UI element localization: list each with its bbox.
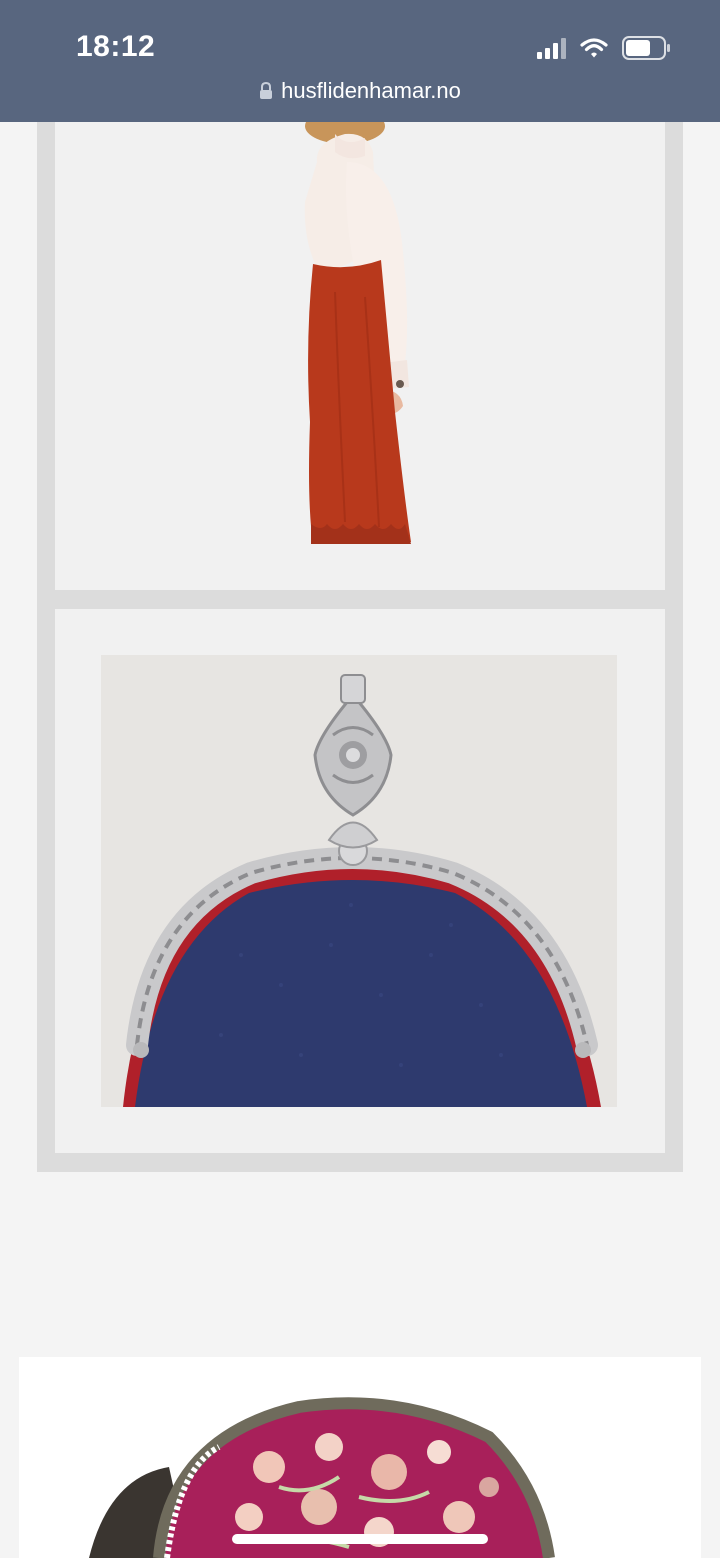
status-time: 18:12 <box>76 30 156 63</box>
product-card[interactable] <box>19 1357 701 1558</box>
woman-in-costume-photo <box>304 122 411 544</box>
browser-top-bar: 18:12 husflidenhamar.no <box>0 0 720 122</box>
cellular-signal-icon <box>537 37 566 59</box>
address-bar[interactable]: husflidenhamar.no <box>0 78 720 106</box>
lock-icon <box>259 80 273 106</box>
gallery-image-card[interactable] <box>55 609 665 1153</box>
status-icons <box>537 36 672 60</box>
bag-photo <box>101 655 617 1107</box>
silver-frame-bag-illustration <box>123 674 601 1107</box>
embroidered-bonnet-photo <box>89 1397 555 1558</box>
wifi-icon <box>580 37 608 59</box>
gallery-image-card[interactable] <box>55 122 665 590</box>
battery-icon <box>622 36 672 60</box>
url-text: husflidenhamar.no <box>281 78 461 103</box>
product-image-gallery <box>37 122 683 1172</box>
home-indicator[interactable] <box>232 1534 488 1544</box>
